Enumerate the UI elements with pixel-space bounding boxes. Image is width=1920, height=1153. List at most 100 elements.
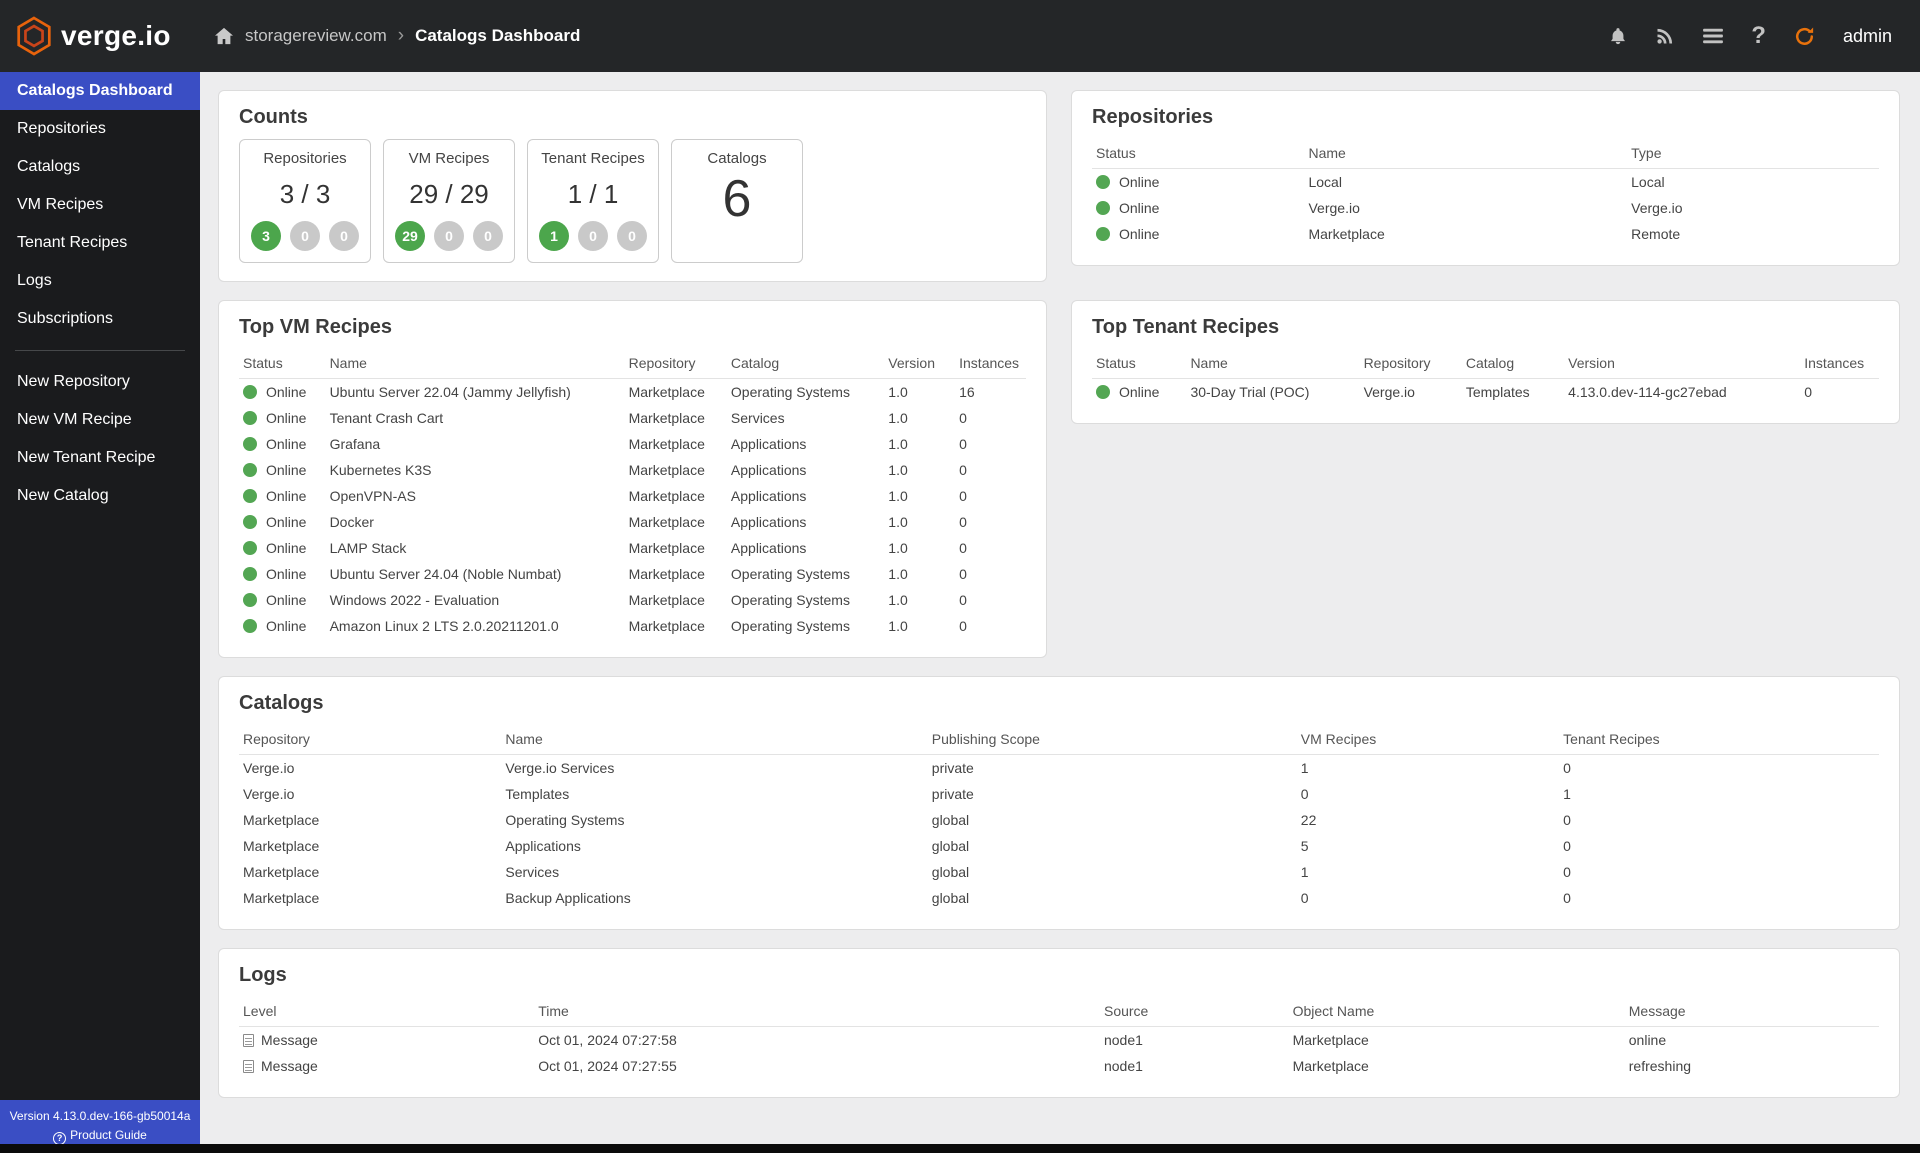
table-row[interactable]: Online OpenVPN-AS Marketplace Applications 1… <box>239 483 1026 509</box>
sidebar-nav-item[interactable]: Catalogs Dashboard <box>0 72 200 110</box>
column-header[interactable]: Status <box>239 349 326 379</box>
cell: 0 <box>959 566 967 582</box>
column-header[interactable]: Source <box>1099 997 1289 1027</box>
cell: 1.0 <box>888 384 908 400</box>
table-row[interactable]: Message Oct 01, 2024 07:27:58 node1 Marketp… <box>239 1027 1879 1054</box>
column-header[interactable]: Repository <box>239 725 502 755</box>
count-badge: 29 <box>395 221 425 251</box>
version-label: Version 4.13.0.dev-166-gb50014a <box>9 1108 191 1123</box>
column-header[interactable]: Name <box>501 725 928 755</box>
column-header[interactable]: Name <box>1186 349 1360 379</box>
column-header[interactable]: Type <box>1627 139 1879 169</box>
screen-bottom-edge <box>0 1144 1920 1153</box>
column-header[interactable]: Message <box>1624 997 1879 1027</box>
table-row[interactable]: Online Docker Marketplace Applications 1.0 0 <box>239 509 1026 535</box>
status-cell: Online <box>1092 379 1186 406</box>
table-row[interactable]: Online Verge.io Verge.io <box>1092 195 1879 221</box>
table-row[interactable]: Online Windows 2022 - Evaluation Marketpla… <box>239 587 1026 613</box>
cell: 0 <box>959 592 967 608</box>
user-menu[interactable]: admin <box>1843 26 1892 47</box>
count-tile[interactable]: VM Recipes 29 / 29 29 0 0 <box>383 139 515 263</box>
status-online-icon <box>243 411 257 425</box>
sidebar-nav-item[interactable]: Logs <box>0 262 200 300</box>
table-row[interactable]: Online Local Local <box>1092 169 1879 196</box>
sidebar-nav-item[interactable]: Repositories <box>0 110 200 148</box>
main-content: Counts Repositories 3 / 3 3 0 0 VM Recipes 29 … <box>200 0 1920 1118</box>
table-row[interactable]: Online Grafana Marketplace Applications 1.0 0 <box>239 431 1026 457</box>
cell: Marketplace <box>1292 1032 1369 1048</box>
sidebar-nav-item[interactable]: Catalogs <box>0 148 200 186</box>
column-header[interactable]: Name <box>325 349 625 379</box>
table-row[interactable]: Message Oct 01, 2024 07:27:55 node1 Marketp… <box>239 1053 1879 1079</box>
catalogs-card: Catalogs Repository Name Publishing Scope V… <box>218 676 1900 930</box>
logo[interactable]: verge.io <box>0 16 200 56</box>
sidebar-action-item[interactable]: New VM Recipe <box>0 401 200 439</box>
table-row[interactable]: Marketplace Applications global 5 0 <box>239 833 1879 859</box>
top-vm-recipes-card: Top VM Recipes Status Name Repository Catal… <box>218 300 1047 658</box>
cell: Local <box>1631 174 1665 190</box>
count-tile[interactable]: Catalogs 6 <box>671 139 803 263</box>
column-header[interactable]: Tenant Recipes <box>1559 725 1879 755</box>
column-header[interactable]: Name <box>1304 139 1628 169</box>
cell: 30-Day Trial (POC) <box>1190 384 1310 400</box>
cell: Marketplace <box>628 410 705 426</box>
sidebar-nav-item[interactable]: Subscriptions <box>0 300 200 338</box>
column-header[interactable]: Instances <box>1800 349 1879 379</box>
table-row[interactable]: Online LAMP Stack Marketplace Applications 1… <box>239 535 1026 561</box>
sidebar-action-item[interactable]: New Tenant Recipe <box>0 439 200 477</box>
table-row[interactable]: Online Marketplace Remote <box>1092 221 1879 247</box>
table-row[interactable]: Online Ubuntu Server 24.04 (Noble Numbat)… <box>239 561 1026 587</box>
home-icon[interactable] <box>214 27 234 45</box>
column-header[interactable]: Catalog <box>726 349 885 379</box>
table-row[interactable]: Verge.io Verge.io Services private 1 0 <box>239 755 1879 782</box>
cell: Operating Systems <box>730 592 850 608</box>
column-header[interactable]: Status <box>1092 139 1305 169</box>
status-online-icon <box>243 541 257 555</box>
breadcrumb-site[interactable]: storagereview.com <box>245 26 387 46</box>
column-header[interactable]: Object Name <box>1288 997 1625 1027</box>
count-tile[interactable]: Tenant Recipes 1 / 1100 <box>527 139 659 263</box>
column-header[interactable]: Version <box>1564 349 1801 379</box>
notifications-bell-icon[interactable] <box>1608 25 1628 47</box>
column-header[interactable]: Repository <box>624 349 727 379</box>
sidebar-action-item[interactable]: New Repository <box>0 363 200 401</box>
status-cell: Online <box>239 613 326 639</box>
task-list-icon[interactable] <box>1702 27 1724 45</box>
table-row[interactable]: Verge.io Templates private 0 1 <box>239 781 1879 807</box>
column-header[interactable]: Instances <box>955 349 1026 379</box>
refresh-icon[interactable] <box>1793 25 1816 48</box>
table-row[interactable]: Marketplace Operating Systems global 22 0 <box>239 807 1879 833</box>
rss-feed-icon[interactable] <box>1655 26 1675 46</box>
help-icon[interactable]: ? <box>1751 24 1766 48</box>
cell: Amazon Linux 2 LTS 2.0.20211201.0 <box>329 618 559 634</box>
status-cell: Online <box>239 535 326 561</box>
column-header[interactable]: Version <box>884 349 956 379</box>
cell: Ubuntu Server 24.04 (Noble Numbat) <box>329 566 562 582</box>
column-header[interactable]: Level <box>239 997 535 1027</box>
column-header[interactable]: VM Recipes <box>1296 725 1560 755</box>
status-online-icon <box>243 437 257 451</box>
sidebar-nav-item[interactable]: Tenant Recipes <box>0 224 200 262</box>
table-row[interactable]: Online Tenant Crash Cart Marketplace Servic… <box>239 405 1026 431</box>
sidebar-nav-item[interactable]: VM Recipes <box>0 186 200 224</box>
cell: 0 <box>1563 864 1571 880</box>
table-row[interactable]: Online Ubuntu Server 22.04 (Jammy Jellyfi… <box>239 379 1026 406</box>
cell: Ubuntu Server 22.04 (Jammy Jellyfish) <box>329 384 571 400</box>
cell: Verge.io <box>1631 200 1683 216</box>
sidebar-divider <box>15 350 185 351</box>
count-tile[interactable]: Repositories 3 / 3300 <box>239 139 371 263</box>
product-guide-link[interactable]: ? Product Guide <box>4 1126 196 1145</box>
column-header[interactable]: Repository <box>1359 349 1462 379</box>
column-header[interactable]: Status <box>1092 349 1187 379</box>
cell: node1 <box>1103 1058 1143 1074</box>
table-row[interactable]: Marketplace Services global 1 0 <box>239 859 1879 885</box>
sidebar-action-item[interactable]: New Catalog <box>0 477 200 515</box>
column-header[interactable]: Publishing Scope <box>927 725 1297 755</box>
table-row[interactable]: Online Amazon Linux 2 LTS 2.0.20211201.0 M… <box>239 613 1026 639</box>
table-row[interactable]: Marketplace Backup Applications global 0 0 <box>239 885 1879 911</box>
cell: Applications <box>730 514 807 530</box>
table-row[interactable]: Online 30-Day Trial (POC) Verge.io Template… <box>1092 379 1879 406</box>
table-row[interactable]: Online Kubernetes K3S Marketplace Applicati… <box>239 457 1026 483</box>
column-header[interactable]: Catalog <box>1461 349 1565 379</box>
column-header[interactable]: Time <box>534 997 1100 1027</box>
